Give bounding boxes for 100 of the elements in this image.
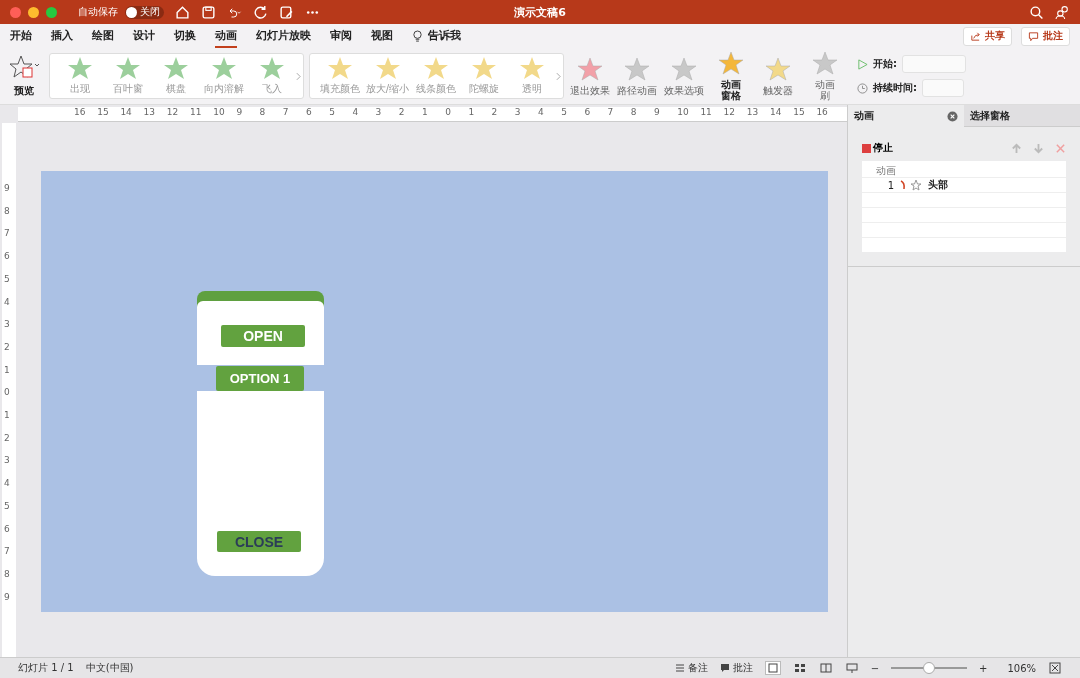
ribbon-tab[interactable]: 幻灯片放映 <box>256 24 311 48</box>
ruler-number: 1 <box>468 107 475 117</box>
stop-button[interactable]: 停止 <box>862 141 893 155</box>
ruler-number: 8 <box>4 568 10 579</box>
animation-tool-button[interactable]: 动画刷 <box>804 51 846 101</box>
home-icon[interactable] <box>175 4 190 20</box>
ribbon-tab[interactable]: 绘图 <box>92 24 114 48</box>
ruler-number: 5 <box>561 107 567 117</box>
ribbon-tab[interactable]: 视图 <box>371 24 393 48</box>
ruler-number: 12 <box>166 107 179 117</box>
close-icon[interactable] <box>947 111 958 122</box>
ruler-number: 1 <box>422 107 428 117</box>
zoom-window-button[interactable] <box>46 6 57 18</box>
reading-view-icon[interactable] <box>818 662 833 674</box>
normal-view-icon[interactable] <box>764 661 781 675</box>
people-icon[interactable] <box>1055 4 1070 20</box>
ruler-number: 11 <box>700 107 712 117</box>
ruler-number: 0 <box>445 107 451 117</box>
ribbon-tab[interactable]: 插入 <box>51 24 73 48</box>
ruler-number: 15 <box>97 107 109 117</box>
language-label: 中文(中国) <box>85 661 134 675</box>
ribbon-tab[interactable]: 审阅 <box>330 24 352 48</box>
comment-icon <box>719 663 730 673</box>
ruler-number: 6 <box>306 107 312 117</box>
pane-tab[interactable]: 选择窗格 <box>964 105 1080 127</box>
clock-icon <box>857 82 868 94</box>
animation-tool-button[interactable]: 触发器 <box>757 56 799 96</box>
share-button[interactable]: 共享 <box>963 26 1012 46</box>
ribbon-tab[interactable]: 开始 <box>10 24 32 48</box>
ruler-number: 3 <box>514 107 521 117</box>
animation-item[interactable]: 1 头部 <box>862 177 1066 192</box>
ruler-number: 8 <box>4 205 10 216</box>
ruler-number: 1 <box>4 410 10 420</box>
ruler-number: 2 <box>398 107 405 117</box>
autosave-toggle[interactable]: 关闭 <box>125 5 164 19</box>
ruler-number: 3 <box>375 107 382 117</box>
ruler-number: 9 <box>4 591 10 602</box>
ruler-number: 4 <box>4 296 10 307</box>
tell-me-field[interactable]: 告诉我 <box>428 24 461 48</box>
lightbulb-icon <box>412 29 423 43</box>
autosave-label: 自动保存 <box>78 5 118 19</box>
fit-window-icon[interactable] <box>1048 662 1062 674</box>
ruler-number: 10 <box>213 107 225 117</box>
close-button[interactable]: CLOSE <box>217 531 301 552</box>
zoom-percent: 106% <box>1007 662 1036 674</box>
ruler-number: 4 <box>538 107 544 117</box>
ruler-number: 6 <box>584 107 591 117</box>
grid-view-icon[interactable] <box>792 662 807 674</box>
comment-icon <box>1028 30 1039 42</box>
edit-document-icon[interactable] <box>279 4 294 20</box>
ruler-number: 6 <box>4 251 10 262</box>
animation-tool-button[interactable]: 退出效果 <box>569 56 611 96</box>
ruler-number: 13 <box>746 107 759 117</box>
ruler-number: 2 <box>4 432 10 443</box>
window-title: 演示文稿6 <box>513 4 567 20</box>
duration-field[interactable] <box>922 79 964 97</box>
list-header: 动画 <box>875 164 897 177</box>
ruler-number: 4 <box>352 107 359 117</box>
ribbon-tab[interactable]: 动画 <box>215 24 237 48</box>
ruler-number: 9 <box>236 107 243 117</box>
animation-effect-icon <box>899 179 923 191</box>
comments-button[interactable]: 批注 <box>1021 26 1070 46</box>
ruler-number: 9 <box>654 107 660 117</box>
ruler-number: 1 <box>4 364 10 375</box>
ruler-number: 7 <box>607 107 614 117</box>
ruler-number: 13 <box>143 107 156 117</box>
ruler-number: 2 <box>491 107 498 117</box>
ruler-number: 3 <box>4 319 10 330</box>
save-icon[interactable] <box>201 4 216 20</box>
search-icon[interactable] <box>1029 4 1044 20</box>
start-dropdown[interactable] <box>902 55 966 73</box>
ruler-number: 14 <box>770 107 782 117</box>
share-icon <box>970 30 981 42</box>
ruler-number: 14 <box>120 107 132 117</box>
ruler-number: 3 <box>4 455 10 466</box>
ruler-number: 4 <box>4 478 10 489</box>
ruler-number: 7 <box>4 228 10 239</box>
animation-tool-button[interactable]: 路径动画 <box>616 56 658 96</box>
notes-button[interactable]: 备注 <box>674 661 708 675</box>
preview-button[interactable]: 预览 <box>4 54 44 98</box>
zoom-out-button[interactable]: − <box>870 662 879 674</box>
ruler-number: 6 <box>4 523 10 534</box>
slideshow-icon[interactable] <box>844 662 859 674</box>
animation-tool-button[interactable]: 效果选项 <box>663 56 705 96</box>
notes-icon <box>674 663 685 673</box>
ruler-number: 16 <box>74 107 86 117</box>
ribbon-tab[interactable]: 设计 <box>133 24 155 48</box>
ruler-number: 7 <box>282 107 289 117</box>
comments-status-button[interactable]: 批注 <box>719 661 753 675</box>
ruler-number: 0 <box>4 387 10 398</box>
redo-icon[interactable] <box>253 4 268 20</box>
minimize-window-button[interactable] <box>28 6 39 18</box>
ruler-number: 5 <box>4 273 10 284</box>
slide-counter: 幻灯片 1 / 1 <box>18 661 74 675</box>
start-label: 开始: <box>873 57 897 71</box>
ruler-number: 5 <box>329 107 335 117</box>
zoom-in-button[interactable]: + <box>979 662 988 674</box>
animation-tool-button[interactable]: 动画窗格 <box>710 51 752 101</box>
ruler-number: 12 <box>723 107 736 117</box>
ribbon-tab[interactable]: 切换 <box>174 24 196 48</box>
